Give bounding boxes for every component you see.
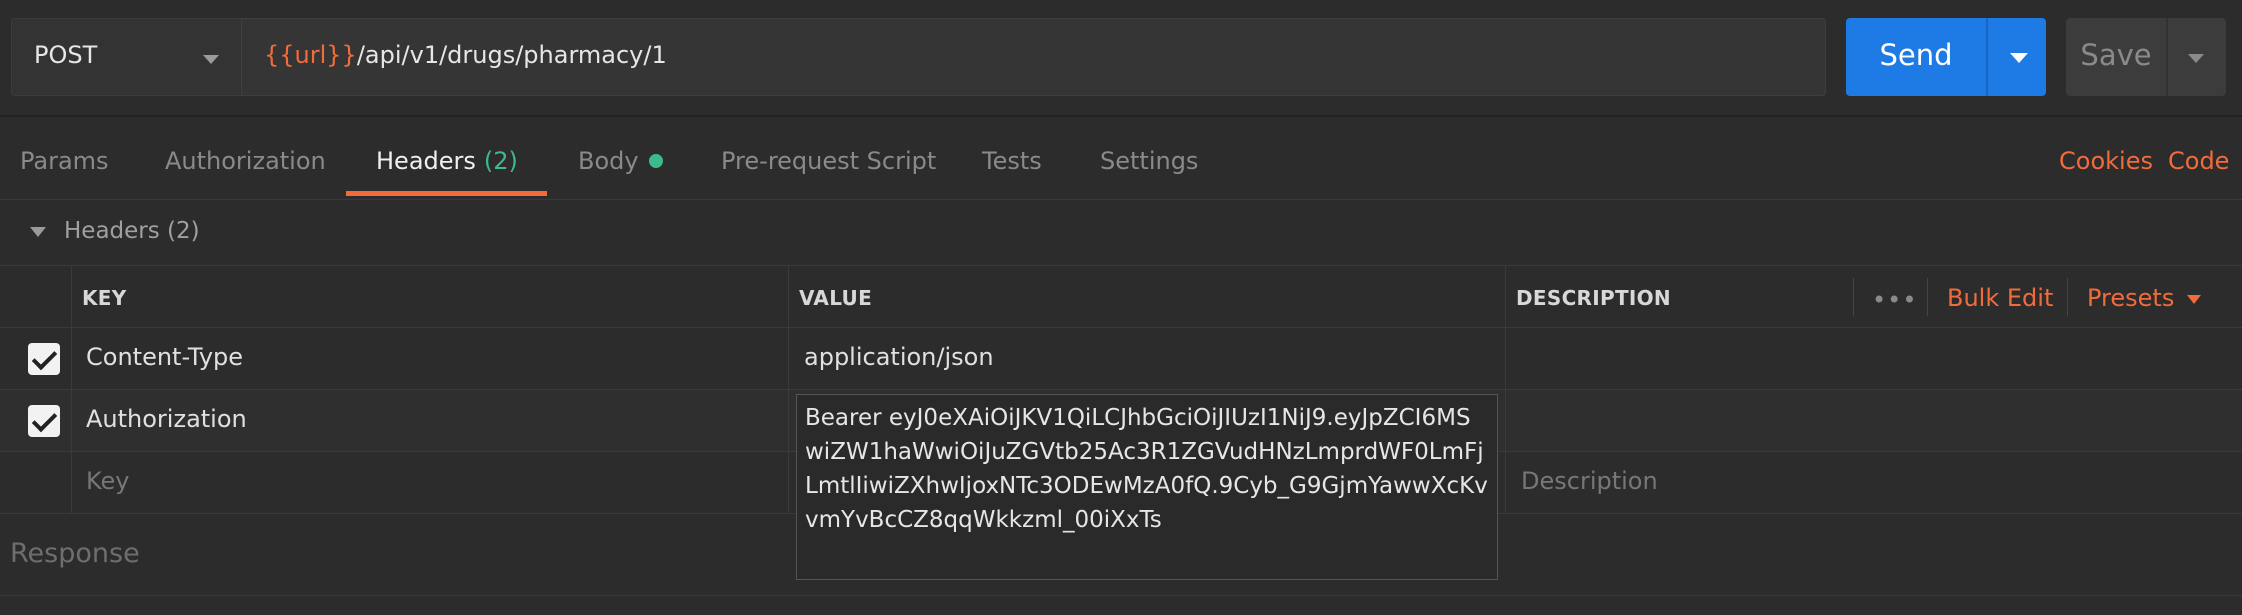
active-tab-indicator <box>346 191 547 196</box>
table-row: Content-Type application/json <box>0 328 2242 390</box>
headers-section-toggle[interactable]: Headers (2) <box>0 200 2242 266</box>
column-divider <box>788 266 789 328</box>
column-divider <box>788 328 789 390</box>
more-options-icon[interactable]: ••• <box>1872 286 1917 314</box>
body-indicator-dot-icon <box>648 154 663 168</box>
column-divider <box>1505 452 1506 514</box>
save-label: Save <box>2080 38 2152 72</box>
code-link[interactable]: Code <box>2168 147 2229 175</box>
collapse-caret-icon <box>30 227 46 237</box>
column-divider <box>71 390 72 452</box>
tab-label: Params <box>20 147 109 175</box>
send-button[interactable]: Send <box>1846 18 2046 96</box>
method-label: POST <box>34 41 98 69</box>
tab-count-badge: (2) <box>483 147 518 175</box>
tab-label: Pre-request Script <box>721 147 937 175</box>
column-divider <box>788 390 789 452</box>
new-description-input[interactable]: Description <box>1521 467 1658 495</box>
column-divider <box>71 452 72 514</box>
action-divider <box>2067 278 2068 316</box>
bulk-edit-button[interactable]: Bulk Edit <box>1947 284 2053 312</box>
header-key-cell[interactable]: Authorization <box>86 405 247 433</box>
tab-label: Body <box>578 147 639 175</box>
tab-label: Headers <box>376 147 476 175</box>
url-text: {{url}}/api/v1/drugs/pharmacy/1 <box>264 41 667 69</box>
column-header-description: DESCRIPTION <box>1516 286 1671 310</box>
column-divider <box>788 452 789 514</box>
request-bar: POST {{url}}/api/v1/drugs/pharmacy/1 Sen… <box>0 0 2242 117</box>
tab-body[interactable]: Body <box>578 147 663 175</box>
new-key-input[interactable]: Key <box>86 467 130 495</box>
authorization-value-editor[interactable]: Bearer eyJ0eXAiOiJKV1QiLCJhbGciOiJIUzI1N… <box>796 394 1498 580</box>
row-enabled-checkbox[interactable] <box>28 343 60 375</box>
tab-pre-request-script[interactable]: Pre-request Script <box>721 147 936 175</box>
save-divider <box>2166 18 2168 96</box>
presets-chevron-down-icon[interactable] <box>2187 295 2201 304</box>
send-options-chevron-icon[interactable] <box>2010 53 2028 63</box>
column-divider <box>1505 266 1506 328</box>
column-divider <box>71 328 72 390</box>
chevron-down-icon <box>203 55 219 64</box>
tab-label: Tests <box>982 147 1042 175</box>
column-divider <box>1505 390 1506 452</box>
cookies-link[interactable]: Cookies <box>2059 147 2153 175</box>
row-enabled-checkbox[interactable] <box>28 405 60 437</box>
header-value-cell[interactable]: application/json <box>804 343 994 371</box>
url-variable: {{url}} <box>264 41 357 69</box>
response-label: Response <box>10 538 140 569</box>
column-divider <box>1505 328 1506 390</box>
method-select[interactable]: POST <box>11 18 241 96</box>
section-title-count: (2) <box>167 218 200 244</box>
action-divider <box>1927 278 1928 316</box>
tab-label: Settings <box>1100 147 1199 175</box>
table-header-row: KEY VALUE DESCRIPTION ••• Bulk Edit Pres… <box>0 266 2242 328</box>
tab-settings[interactable]: Settings <box>1100 147 1198 175</box>
request-tabs: Params Authorization Headers (2) Body Pre… <box>0 117 2242 200</box>
tab-authorization[interactable]: Authorization <box>165 147 326 175</box>
column-divider <box>71 266 72 328</box>
tab-tests[interactable]: Tests <box>982 147 1042 175</box>
url-input[interactable]: {{url}}/api/v1/drugs/pharmacy/1 <box>241 18 1826 96</box>
tab-label: Authorization <box>165 147 326 175</box>
section-title-text: Headers <box>64 218 160 244</box>
save-button[interactable]: Save <box>2066 18 2226 96</box>
column-header-value: VALUE <box>799 286 873 310</box>
section-title: Headers (2) <box>64 218 200 244</box>
send-label: Send <box>1879 38 1953 72</box>
checkmark-icon <box>31 406 58 433</box>
presets-button[interactable]: Presets <box>2087 284 2174 312</box>
checkmark-icon <box>31 344 58 371</box>
save-options-chevron-icon[interactable] <box>2188 54 2204 63</box>
url-path: /api/v1/drugs/pharmacy/1 <box>356 41 667 69</box>
action-divider <box>1853 278 1854 316</box>
tab-headers[interactable]: Headers (2) <box>376 147 518 175</box>
tab-params[interactable]: Params <box>20 147 109 175</box>
send-divider <box>1986 18 1988 96</box>
column-header-key: KEY <box>82 286 127 310</box>
header-key-cell[interactable]: Content-Type <box>86 343 243 371</box>
